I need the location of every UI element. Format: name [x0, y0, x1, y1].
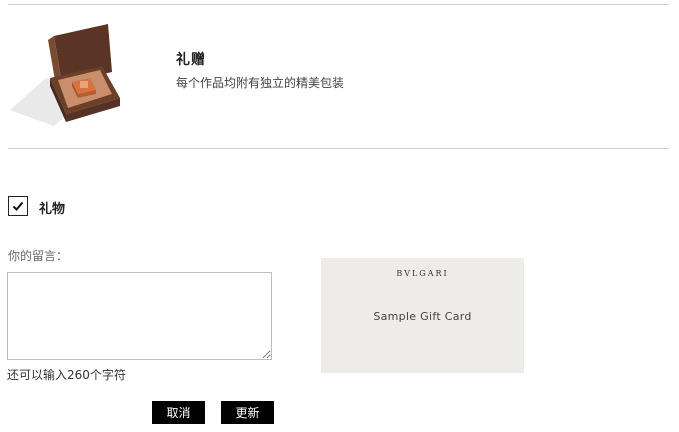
gift-section-description: 每个作品均附有独立的精美包装 — [176, 76, 345, 90]
gift-card-text: Sample Gift Card — [373, 310, 472, 323]
update-button[interactable]: 更新 — [221, 401, 274, 424]
message-textarea[interactable] — [7, 272, 272, 360]
gift-card-preview: BVLGARI Sample Gift Card — [321, 258, 524, 373]
middle-divider — [8, 148, 669, 149]
remaining-characters-text: 还可以输入260个字符 — [7, 368, 126, 382]
gift-box-image — [10, 24, 120, 126]
top-divider — [8, 4, 669, 5]
gift-options-panel: 礼赠 每个作品均附有独立的精美包装 礼物 你的留言： 还可以输入260个字符 取… — [0, 0, 679, 432]
checkmark-icon — [12, 201, 24, 211]
gift-section-title: 礼赠 — [176, 52, 206, 68]
gift-checkbox[interactable] — [8, 196, 28, 216]
gift-card-brand: BVLGARI — [396, 269, 449, 278]
gift-checkbox-label: 礼物 — [39, 202, 66, 217]
cancel-button[interactable]: 取消 — [152, 401, 205, 424]
message-label: 你的留言： — [8, 249, 69, 263]
